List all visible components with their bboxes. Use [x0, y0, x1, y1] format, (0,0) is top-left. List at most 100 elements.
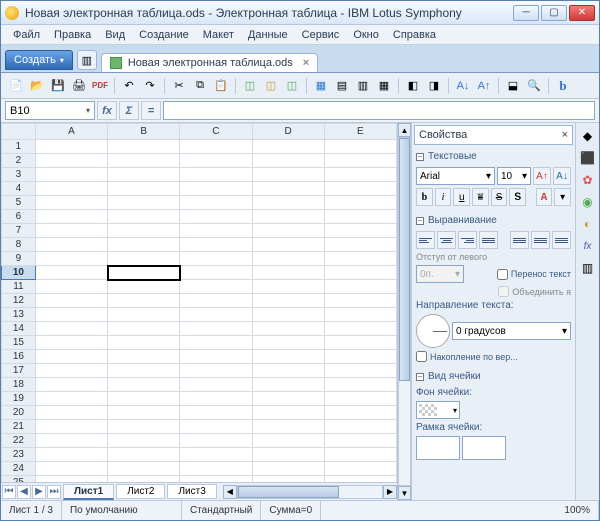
align-left-button[interactable]	[416, 231, 435, 249]
tab-close-icon[interactable]: ×	[303, 57, 309, 69]
indent-input[interactable]: 0п.▾	[416, 265, 464, 283]
menu-view[interactable]: Вид	[99, 28, 131, 42]
menu-tools[interactable]: Сервис	[296, 28, 346, 42]
select-all-corner[interactable]	[2, 124, 36, 140]
strip-icon[interactable]: ◆	[579, 127, 597, 145]
strip-fx-icon[interactable]: fx	[579, 237, 597, 255]
sum-button[interactable]: Σ	[119, 101, 139, 120]
sheet-nav-next[interactable]: ▶	[32, 485, 46, 499]
font-size-select[interactable]: 10▾	[497, 167, 531, 185]
wrap-checkbox[interactable]: Перенос текст	[497, 269, 571, 280]
font-color-button[interactable]: A	[536, 188, 553, 206]
valign-top-button[interactable]	[510, 231, 529, 249]
maximize-button[interactable]: ▢	[541, 5, 567, 21]
row-header[interactable]: 6	[2, 210, 36, 224]
valign-bot-button[interactable]	[552, 231, 571, 249]
paste-icon[interactable]: 📋	[212, 77, 230, 95]
formula-input[interactable]	[163, 101, 595, 120]
merge-checkbox[interactable]: Объединить я	[498, 286, 571, 297]
bold-icon[interactable]: b	[554, 77, 572, 95]
strip-icon[interactable]: ▥	[579, 259, 597, 277]
sort-desc-icon[interactable]: A↑	[475, 77, 493, 95]
sheet-nav-first[interactable]: ⏮	[2, 485, 16, 499]
sheet-nav-last[interactable]: ⏭	[47, 485, 61, 499]
strip-cube-icon[interactable]: ⬛	[579, 149, 597, 167]
menu-window[interactable]: Окно	[347, 28, 385, 42]
font-shrink-icon[interactable]: A↓	[553, 167, 571, 185]
row-header[interactable]: 21	[2, 420, 36, 434]
redo-icon[interactable]: ↷	[141, 77, 159, 95]
align-center-button[interactable]	[437, 231, 456, 249]
rotation-select[interactable]: 0 градусов▾	[452, 322, 571, 340]
minimize-button[interactable]: ─	[513, 5, 539, 21]
sheet-nav-prev[interactable]: ◀	[17, 485, 31, 499]
row-header[interactable]: 8	[2, 238, 36, 252]
col-header[interactable]: A	[35, 124, 107, 140]
sheet-tab[interactable]: Лист2	[116, 484, 165, 499]
row-header[interactable]: 12	[2, 294, 36, 308]
row-header[interactable]: 15	[2, 336, 36, 350]
horizontal-scrollbar[interactable]: ◀▶	[223, 485, 397, 499]
tb-icon-9[interactable]: ◨	[425, 77, 443, 95]
collapse-icon[interactable]: −	[416, 217, 424, 225]
tb-icon-8[interactable]: ◧	[404, 77, 422, 95]
row-header[interactable]: 5	[2, 196, 36, 210]
menu-layout[interactable]: Макет	[197, 28, 240, 42]
vertical-scrollbar[interactable]: ▲▼	[397, 123, 411, 500]
rotation-dial[interactable]	[416, 314, 450, 348]
undo-icon[interactable]: ↶	[120, 77, 138, 95]
panel-close-icon[interactable]: ×	[562, 129, 568, 141]
row-header[interactable]: 3	[2, 168, 36, 182]
tb-icon-12[interactable]: ⬓	[504, 77, 522, 95]
equals-button[interactable]: =	[141, 101, 161, 120]
tb-icon-1[interactable]: ◫	[241, 77, 259, 95]
new-icon[interactable]: 📄	[7, 77, 25, 95]
row-header[interactable]: 25	[2, 476, 36, 483]
row-header[interactable]: 14	[2, 322, 36, 336]
border-preset-2[interactable]	[462, 436, 506, 460]
cell-reference-box[interactable]: B10 ▾	[5, 101, 95, 120]
menu-help[interactable]: Справка	[387, 28, 442, 42]
pdf-icon[interactable]: PDF	[91, 77, 109, 95]
col-header[interactable]: D	[252, 124, 324, 140]
sort-asc-icon[interactable]: A↓	[454, 77, 472, 95]
bold-button[interactable]: b	[416, 188, 433, 206]
border-preset-1[interactable]	[416, 436, 460, 460]
sheet-tab[interactable]: Лист1	[63, 484, 114, 500]
row-header[interactable]: 23	[2, 448, 36, 462]
spreadsheet-grid[interactable]: A B C D E 1 2 3 4 5 6 7 8 9 10	[1, 123, 397, 482]
stack-checkbox[interactable]: Накопление по вер...	[416, 351, 518, 362]
strip-icon[interactable]: ◉	[579, 193, 597, 211]
open-icon[interactable]: 📂	[28, 77, 46, 95]
create-button[interactable]: Создать▾	[5, 50, 73, 70]
row-header[interactable]: 24	[2, 462, 36, 476]
row-header[interactable]: 18	[2, 378, 36, 392]
save-icon[interactable]: 💾	[49, 77, 67, 95]
row-header[interactable]: 1	[2, 140, 36, 154]
fx-button[interactable]: fx	[97, 101, 117, 120]
bg-color-picker[interactable]: ▾	[416, 401, 460, 419]
print-icon[interactable]: 🖨	[70, 77, 88, 95]
menu-data[interactable]: Данные	[242, 28, 294, 42]
align-justify-button[interactable]	[479, 231, 498, 249]
copy-icon[interactable]: ⧉	[191, 77, 209, 95]
menu-file[interactable]: Файл	[7, 28, 46, 42]
row-header[interactable]: 9	[2, 252, 36, 266]
font-color-dd[interactable]: ▾	[554, 188, 571, 206]
cut-icon[interactable]: ✂	[170, 77, 188, 95]
tb-icon-7[interactable]: ▦	[375, 77, 393, 95]
chart-icon[interactable]: ▦	[312, 77, 330, 95]
col-header[interactable]: E	[324, 124, 396, 140]
row-header[interactable]: 19	[2, 392, 36, 406]
status-zoom[interactable]: 100%	[556, 501, 599, 520]
row-header[interactable]: 20	[2, 406, 36, 420]
valign-mid-button[interactable]	[531, 231, 550, 249]
row-header[interactable]: 13	[2, 308, 36, 322]
strike-button[interactable]: S	[491, 188, 508, 206]
font-select[interactable]: Arial▾	[416, 167, 495, 185]
tb-icon-3[interactable]: ◫	[283, 77, 301, 95]
strip-flower-icon[interactable]: ✿	[579, 171, 597, 189]
col-header[interactable]: B	[108, 124, 180, 140]
strip-icon[interactable]: ◐	[579, 215, 597, 233]
search-icon[interactable]: 🔍	[525, 77, 543, 95]
